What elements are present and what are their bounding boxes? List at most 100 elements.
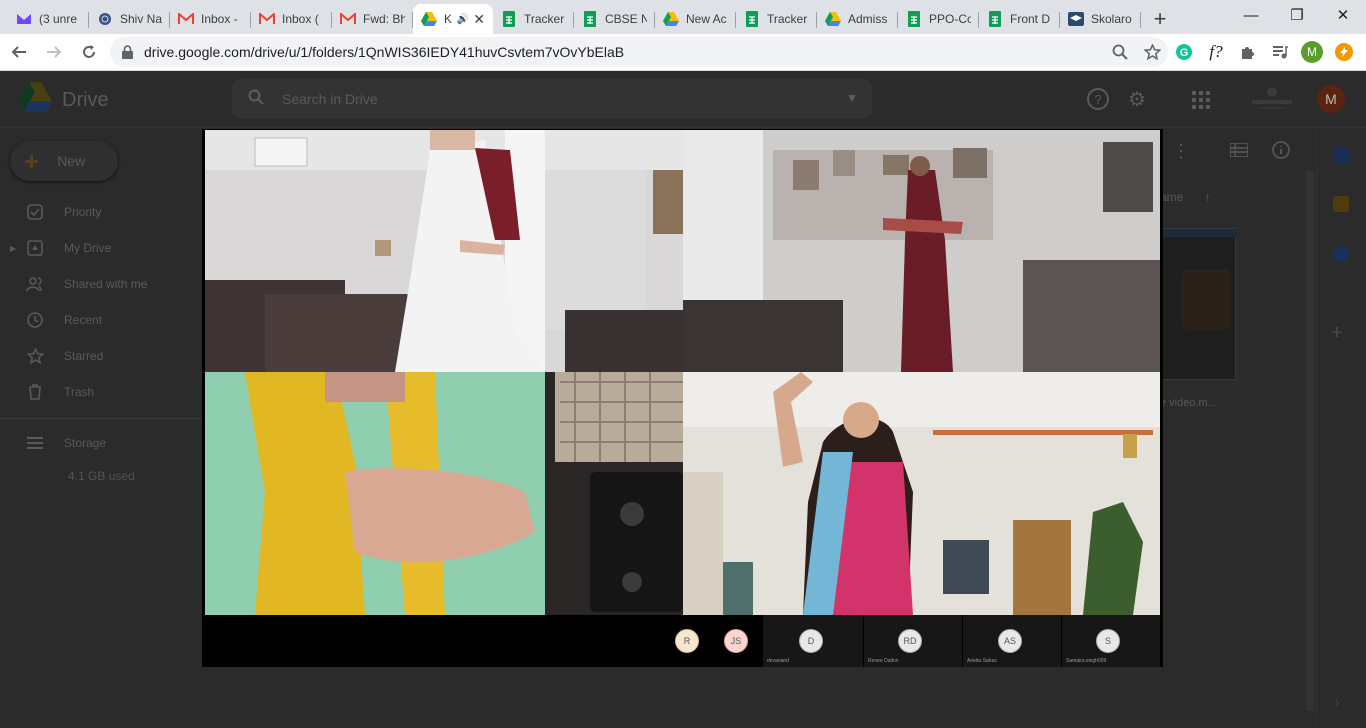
sidebar-item-trash[interactable]: Trash	[0, 376, 230, 408]
sidebar-item-recent[interactable]: Recent	[0, 304, 230, 336]
more-vert-icon[interactable]: ⋮	[1172, 141, 1190, 162]
media-control-icon[interactable]	[1268, 40, 1292, 64]
sidebar-item-my-drive[interactable]: ▶ My Drive	[0, 232, 230, 264]
drive-account-avatar[interactable]: M	[1317, 85, 1345, 113]
thumbnail-figure	[1181, 269, 1231, 329]
tab-tracker-1[interactable]: Tracker	[493, 4, 574, 34]
tab-list: (3 unre Shiv Na Inbox - Inbox ( Fwd: Bh …	[0, 0, 1175, 34]
drive-logo-icon[interactable]	[18, 82, 52, 112]
sidebar-item-starred[interactable]: Starred	[0, 340, 230, 372]
tab-title: CBSE N	[605, 12, 647, 26]
file-name-caption[interactable]: e video.m...	[1160, 397, 1217, 409]
participant-chip[interactable]: RD Renee Dalton	[864, 615, 962, 667]
address-bar[interactable]: drive.google.com/drive/u/1/folders/1QnWI…	[110, 37, 1168, 67]
video-player[interactable]: R JS D devanand RD Renee Dalton AS Aneit…	[202, 129, 1163, 667]
tab-inbox-1[interactable]: Inbox -	[170, 4, 251, 34]
tab-title: Shiv Na	[120, 12, 162, 26]
tab-ppo[interactable]: PPO-Co	[898, 4, 979, 34]
restore-button[interactable]: ❐	[1274, 0, 1320, 30]
chevron-right-icon[interactable]: ›	[1335, 694, 1340, 710]
storage-icon	[25, 433, 45, 453]
forward-button[interactable]	[38, 36, 70, 68]
tab-new-ac[interactable]: New Ac	[655, 4, 736, 34]
video-tile-bottom-left	[205, 372, 683, 615]
participant-avatar[interactable]: JS	[724, 629, 748, 653]
tab-tracker-2[interactable]: Tracker	[736, 4, 817, 34]
tab-title: Inbox (	[282, 12, 319, 26]
help-icon[interactable]: ?	[1087, 88, 1109, 110]
expand-caret-icon[interactable]: ▶	[10, 244, 16, 253]
participant-chip[interactable]: AS Aneita Sahas	[963, 615, 1061, 667]
my-drive-icon	[25, 238, 45, 258]
check-square-icon	[25, 202, 45, 222]
organization-logo	[1246, 83, 1298, 115]
storage-used-text: 4.1 GB used	[68, 469, 135, 483]
participant-initials: D	[807, 636, 815, 646]
tab-drive-active[interactable]: K 🔊 ✕	[413, 4, 493, 34]
participant-chip[interactable]: S Samaira.singh009	[1062, 615, 1160, 667]
grammarly-extension-icon[interactable]: G	[1172, 40, 1196, 64]
calendar-icon[interactable]	[1333, 148, 1349, 164]
scrollbar[interactable]	[1306, 171, 1314, 711]
zoom-icon[interactable]	[1104, 44, 1136, 60]
settings-gear-icon[interactable]: ⚙	[1126, 88, 1148, 111]
storage-label: Storage	[64, 436, 107, 450]
formula-extension-icon[interactable]: f?	[1204, 40, 1228, 64]
back-button[interactable]	[3, 36, 35, 68]
close-tab-icon[interactable]: ✕	[473, 11, 485, 28]
video-tile-top-right	[683, 130, 1160, 372]
tab-admiss[interactable]: Admiss	[817, 4, 898, 34]
proton-mail-icon	[16, 11, 32, 27]
new-tab-button[interactable]: +	[1145, 4, 1175, 34]
sort-header-name[interactable]: ame ↑	[1160, 190, 1211, 204]
sort-arrow-up-icon[interactable]: ↑	[1205, 190, 1211, 204]
keep-icon[interactable]	[1333, 196, 1349, 212]
drive-search-box[interactable]: Search in Drive ▼	[232, 79, 872, 119]
tab-skolaro[interactable]: Skolaro	[1060, 4, 1141, 34]
tab-title: New Ac	[686, 12, 727, 26]
bookmark-star-icon[interactable]	[1136, 44, 1168, 60]
new-button[interactable]: + New	[10, 141, 118, 181]
apps-grid-icon[interactable]	[1192, 91, 1210, 109]
extensions-puzzle-icon[interactable]	[1236, 40, 1260, 64]
participant-chip[interactable]: D devanand	[763, 615, 863, 667]
add-addon-icon[interactable]: +	[1331, 322, 1343, 345]
participant-name: Renee Dalton	[868, 658, 899, 664]
minimize-button[interactable]: —	[1228, 0, 1274, 30]
browser-toolbar: drive.google.com/drive/u/1/folders/1QnWI…	[0, 34, 1366, 71]
participant-avatar[interactable]: R	[675, 629, 699, 653]
sheets-icon	[744, 11, 760, 27]
participant-name: Aneita Sahas	[967, 658, 997, 664]
sidebar-item-shared-with-me[interactable]: Shared with me	[0, 268, 230, 300]
tab-inbox-2[interactable]: Inbox (	[251, 4, 332, 34]
reload-button[interactable]	[73, 36, 105, 68]
video-file-thumbnail[interactable]	[1160, 228, 1237, 380]
tasks-icon[interactable]	[1333, 246, 1349, 262]
url-text[interactable]: drive.google.com/drive/u/1/folders/1QnWI…	[144, 44, 1104, 60]
profile-avatar[interactable]: M	[1300, 40, 1324, 64]
sidebar-item-storage[interactable]: Storage	[0, 427, 230, 459]
participant-name: devanand	[767, 658, 789, 664]
tab-shiv-nadar[interactable]: Shiv Na	[89, 4, 170, 34]
tab-proton-mail[interactable]: (3 unre	[8, 4, 89, 34]
drive-app-name: Drive	[62, 89, 109, 111]
people-icon	[25, 274, 45, 294]
gmail-icon	[340, 11, 356, 27]
tab-title: K	[444, 12, 453, 26]
drive-icon	[663, 11, 679, 27]
info-icon[interactable]	[1272, 141, 1290, 164]
sidebar-item-priority[interactable]: Priority	[0, 196, 230, 228]
participant-avatar: D	[799, 629, 823, 653]
list-view-icon[interactable]	[1229, 142, 1249, 162]
search-options-icon[interactable]: ▼	[846, 91, 858, 105]
sidebar-divider	[0, 418, 205, 419]
lock-icon[interactable]	[122, 45, 134, 59]
tab-fwd[interactable]: Fwd: Bh	[332, 4, 413, 34]
tab-cbse[interactable]: CBSE N	[574, 4, 655, 34]
notification-extension-icon[interactable]	[1332, 40, 1356, 64]
right-side-panel: + ›	[1316, 128, 1366, 728]
tab-title: Tracker	[524, 12, 565, 26]
close-window-button[interactable]: ✕	[1320, 0, 1366, 30]
tab-front-desk[interactable]: Front D	[979, 4, 1060, 34]
speaker-icon[interactable]: 🔊	[457, 14, 469, 25]
